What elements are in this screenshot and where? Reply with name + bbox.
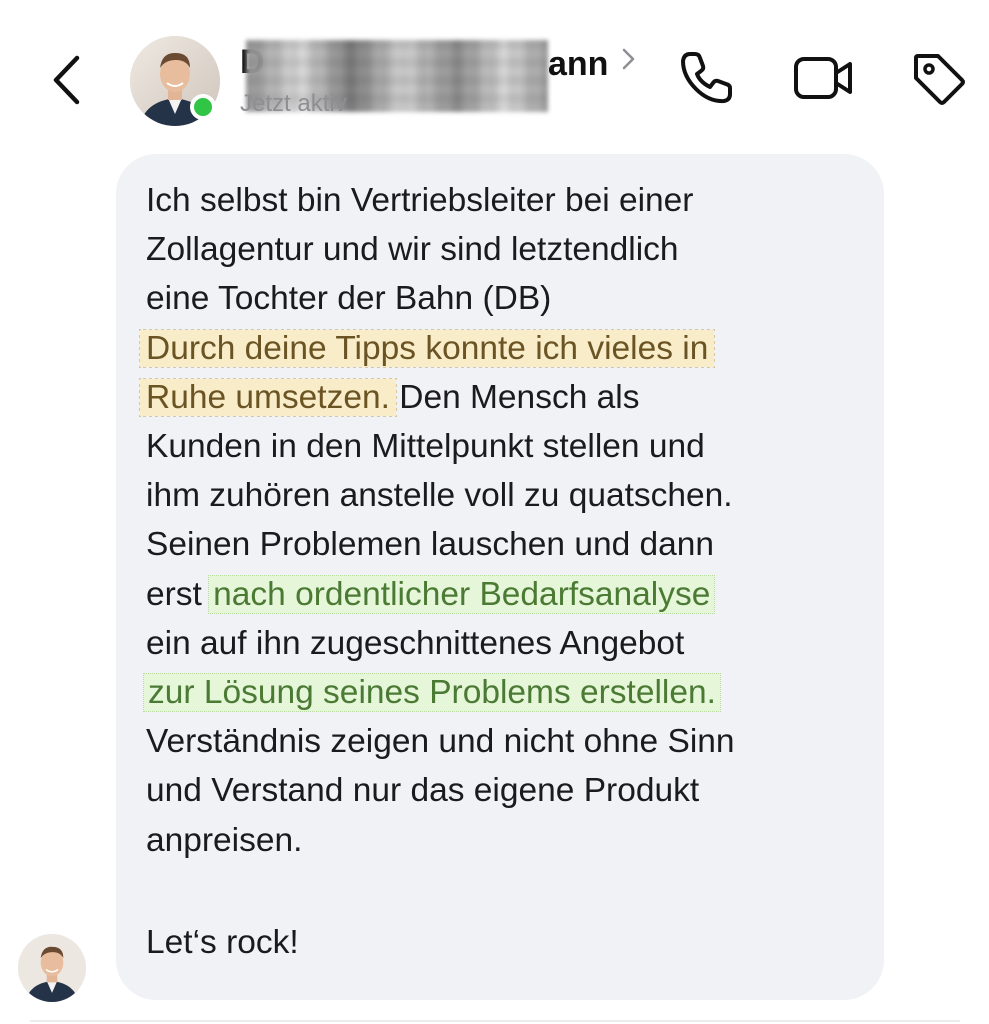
video-camera-icon xyxy=(794,57,852,99)
contact-name-suffix: ann xyxy=(548,45,609,83)
chevron-right-icon xyxy=(622,48,635,70)
message-text-part: Verständnis zeigen und nicht ohne Sinn u… xyxy=(146,723,735,859)
tag-icon xyxy=(914,54,965,105)
chat-header: D ann Jetzt aktiv xyxy=(0,0,989,150)
message-text-part: ein auf ihn zugeschnittenes Angebot xyxy=(146,624,685,662)
back-button[interactable] xyxy=(40,48,92,112)
phone-icon xyxy=(681,52,732,104)
online-status-dot xyxy=(190,94,216,120)
call-button[interactable] xyxy=(672,44,740,112)
active-status: Jetzt aktiv xyxy=(240,90,347,117)
tag-button[interactable] xyxy=(904,44,972,112)
sender-avatar[interactable] xyxy=(18,934,86,1002)
chevron-left-icon xyxy=(53,55,80,105)
message-text: Ich selbst bin Vertriebsleiter bei einer… xyxy=(138,176,854,865)
message-bubble[interactable]: Ich selbst bin Vertriebsleiter bei einer… xyxy=(116,154,884,1000)
avatar xyxy=(18,934,86,1002)
highlight-green: zur Lösung seines Problems erstellen. xyxy=(143,673,721,713)
video-call-button[interactable] xyxy=(790,44,858,112)
highlight-green: nach ordentlicher Bedarfsanalyse xyxy=(208,574,716,614)
message-signoff: Let‘s rock! xyxy=(146,924,299,961)
divider xyxy=(30,1020,960,1022)
message-text-part: Ich selbst bin Vertriebsleiter bei einer… xyxy=(146,182,694,318)
